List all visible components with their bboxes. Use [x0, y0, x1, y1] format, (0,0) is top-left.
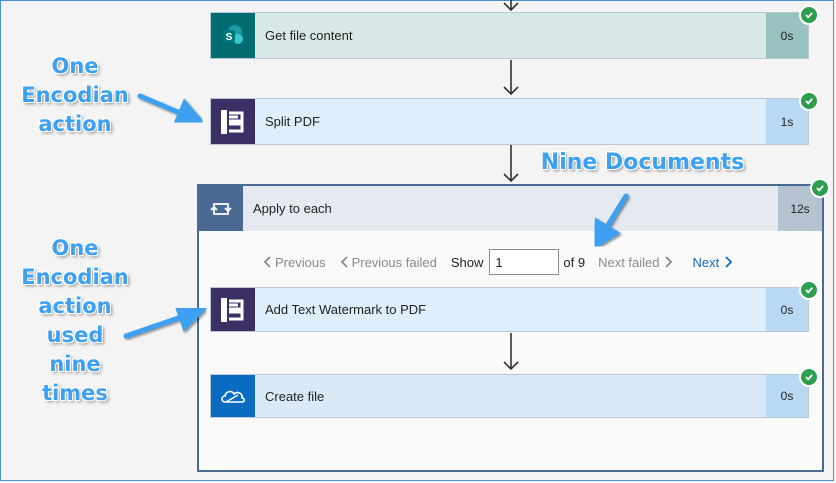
callout-nine-documents: Nine Documents	[540, 150, 745, 175]
previous-label: Previous	[275, 254, 326, 270]
show-label: Show	[450, 254, 484, 270]
step-create-file[interactable]: Create file 0s	[210, 374, 809, 418]
encodian-icon	[211, 99, 255, 144]
callout-line: action	[38, 112, 112, 136]
connector-arrow	[503, 145, 519, 183]
callout-line: times	[42, 381, 108, 405]
callout-one-encodian-nine-times: One Encodian action used nine times	[20, 234, 130, 408]
callout-line: used	[46, 323, 104, 347]
success-check-icon	[810, 178, 830, 198]
connector-arrow	[503, 333, 519, 371]
step-get-file-content[interactable]: S Get file content 0s	[210, 12, 809, 59]
chevron-left-icon	[340, 256, 348, 268]
next-label: Next	[692, 254, 720, 270]
sharepoint-icon: S	[211, 13, 255, 58]
onedrive-icon	[211, 375, 255, 417]
success-check-icon	[799, 280, 819, 300]
iteration-input[interactable]: 1	[489, 249, 560, 275]
step-title: Add Text Watermark to PDF	[265, 302, 427, 317]
callout-line: One	[51, 236, 99, 260]
callout-line: Encodian	[21, 265, 129, 289]
success-check-icon	[799, 91, 819, 111]
chevron-left-icon	[263, 256, 271, 268]
next-failed-label: Next failed	[598, 254, 660, 270]
total-count: of 9	[563, 254, 586, 270]
connector-arrow	[503, 60, 519, 96]
encodian-icon	[211, 288, 255, 331]
step-title: Split PDF	[265, 114, 320, 129]
step-title: Apply to each	[253, 201, 332, 216]
chevron-right-icon	[725, 256, 733, 268]
callout-one-encodian-action: One Encodian action	[20, 52, 130, 139]
iteration-pager: Previous Previous failed Show 1 of 9 Nex…	[199, 244, 809, 280]
success-check-icon	[799, 367, 819, 387]
callout-line: nine	[49, 352, 101, 376]
next-button[interactable]: Next	[693, 255, 734, 270]
callout-line: action	[38, 294, 112, 318]
previous-failed-label: Previous failed	[351, 254, 437, 270]
step-title: Get file content	[265, 28, 353, 43]
callout-line: One	[51, 54, 99, 78]
step-title: Create file	[265, 388, 325, 404]
svg-text:S: S	[226, 32, 233, 43]
previous-failed-button[interactable]: Previous failed	[340, 255, 437, 270]
callout-line: Encodian	[21, 83, 129, 107]
next-failed-button[interactable]: Next failed	[598, 255, 672, 270]
chevron-right-icon	[664, 256, 672, 268]
step-apply-to-each[interactable]: Apply to each 12s	[199, 186, 822, 231]
success-check-icon	[799, 5, 819, 25]
step-add-text-watermark[interactable]: Add Text Watermark to PDF 0s	[210, 287, 809, 332]
loop-icon	[199, 186, 243, 231]
previous-button[interactable]: Previous	[263, 255, 326, 270]
step-split-pdf[interactable]: Split PDF 1s	[210, 98, 809, 145]
